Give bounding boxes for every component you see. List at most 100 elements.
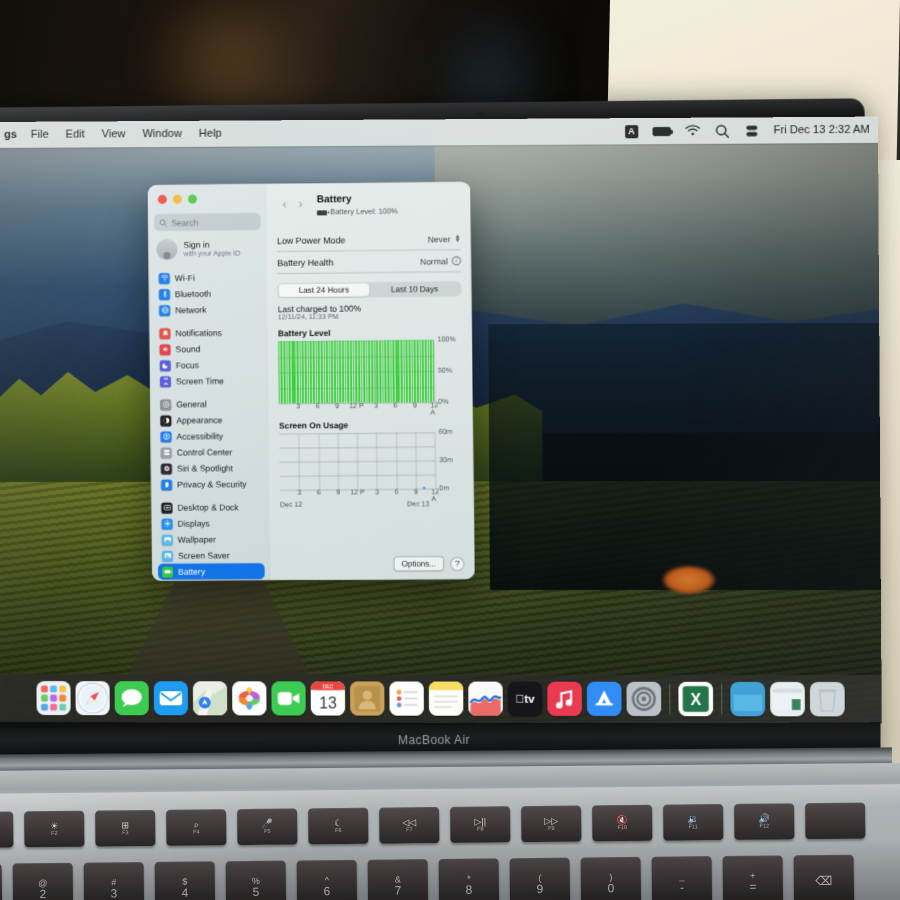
window-traffic-lights[interactable] [154, 192, 261, 214]
sidebar-item-appearance[interactable]: Appearance [156, 412, 263, 429]
search-input[interactable]: Search [153, 212, 261, 232]
keyboard-deck[interactable]: ☀F1☀F2⊞F3⌕F4🎤F5☾F6◁◁F7▷||F8▷▷F9🔇F10🔉F11🔊… [0, 784, 900, 900]
time-range-segmented-control[interactable]: Last 24 Hours Last 10 Days [277, 281, 462, 299]
dock-item-launchpad[interactable] [35, 681, 71, 716]
key[interactable]: ▷▷ F9 [521, 805, 582, 843]
menu-item-edit[interactable]: Edit [66, 128, 85, 140]
dock-item-reminders[interactable] [388, 681, 424, 716]
menu-item-file[interactable]: File [31, 129, 49, 141]
system-settings-window[interactable]: Search Sign in with your Apple ID Wi-Fi B… [147, 181, 475, 581]
dock-item-contacts[interactable] [349, 681, 385, 716]
help-button[interactable]: ? [450, 556, 465, 571]
sidebar-item-screen-time[interactable]: Screen Time [156, 373, 263, 390]
row-battery-health[interactable]: Battery Health Normal i [277, 250, 462, 275]
sidebar-item-privacy-security[interactable]: Privacy & Security [157, 476, 264, 493]
dock-item-excel[interactable]: X [677, 681, 713, 717]
wifi-icon[interactable] [685, 124, 700, 137]
pane-footer[interactable]: Options... ? [393, 556, 465, 572]
sidebar-item-desktop-dock[interactable]: Desktop & Dock [157, 499, 264, 516]
key[interactable]: ☀ F2 [24, 810, 85, 848]
sidebar-item-siri-spotlight[interactable]: Siri & Spotlight [157, 460, 264, 477]
key[interactable]: * 8 [438, 858, 500, 900]
key[interactable] [805, 802, 866, 840]
sidebar-item-accessibility[interactable]: Accessibility [156, 428, 263, 445]
dock-item-system-settings[interactable] [625, 681, 661, 717]
key[interactable]: + = [722, 855, 784, 900]
key[interactable]: ▷|| F8 [450, 806, 511, 843]
dock[interactable]: DEC 13 tv X [0, 674, 882, 724]
key[interactable]: ⊞ F3 [95, 809, 156, 847]
sidebar-item-wi-fi[interactable]: Wi-Fi [155, 269, 262, 286]
key[interactable]: @2 [12, 862, 74, 900]
back-button[interactable]: ‹ [276, 197, 292, 211]
key[interactable]: % 5 [225, 860, 287, 900]
chevron-updown-icon[interactable]: ▲ ▼ [455, 234, 461, 244]
sidebar-item-displays[interactable]: Displays [157, 515, 264, 532]
search-icon[interactable] [714, 124, 729, 137]
key[interactable]: 🔉 F11 [663, 804, 724, 841]
key[interactable]: ⌕ F4 [166, 809, 227, 846]
menu-item-window[interactable]: Window [142, 128, 181, 140]
battery-health-value[interactable]: Normal i [420, 256, 462, 266]
dock-item-stocks[interactable] [467, 681, 503, 716]
dock-item-downloads-folder[interactable] [729, 681, 765, 717]
key[interactable]: (9 [509, 857, 571, 900]
a-badge-icon[interactable]: A [624, 124, 639, 138]
sidebar-item-wallpaper[interactable]: Wallpaper [158, 531, 265, 548]
dock-item-app-store[interactable] [586, 681, 622, 717]
zoom-button[interactable] [187, 194, 198, 204]
menu-item-view[interactable]: View [102, 128, 126, 140]
close-button[interactable] [157, 194, 167, 204]
row-low-power-mode[interactable]: Low Power Mode Never ▲ ▼ [276, 228, 461, 252]
dock-item-notes[interactable] [428, 681, 463, 716]
key[interactable]: 🔊 F12 [734, 803, 795, 840]
settings-sidebar[interactable]: Search Sign in with your Apple ID Wi-Fi B… [147, 183, 271, 581]
key[interactable]: ☾ F6 [308, 807, 369, 845]
dock-item-maps[interactable] [192, 681, 227, 716]
info-icon[interactable]: i [451, 256, 462, 266]
tab-last-24-hours[interactable]: Last 24 Hours [278, 283, 370, 297]
key[interactable]: !1 [0, 863, 3, 900]
sidebar-item-general[interactable]: General [156, 396, 263, 413]
menu-item-help[interactable]: Help [199, 128, 222, 140]
dock-item-music[interactable] [546, 681, 582, 716]
dock-item-finder-window[interactable] [769, 681, 805, 717]
key[interactable]: ☀F1 [0, 811, 14, 849]
key[interactable]: ⌫ [793, 854, 855, 900]
sidebar-item-bluetooth[interactable]: Bluetooth [155, 285, 262, 302]
menu-clock[interactable]: Fri Dec 13 2:32 AM [774, 124, 870, 137]
key[interactable]: 🔇 F10 [592, 804, 653, 842]
sidebar-item-network[interactable]: Network [155, 301, 262, 318]
tab-last-10-days[interactable]: Last 10 Days [369, 283, 460, 297]
dock-item-photos[interactable] [231, 681, 267, 716]
minimize-button[interactable] [172, 194, 182, 204]
control-center-icon[interactable] [744, 124, 759, 137]
key[interactable]: _ - [651, 856, 713, 900]
menu-bar[interactable]: gs File Edit View Window Help A Fri Dec … [0, 116, 879, 148]
sidebar-item-focus[interactable]: Focus [156, 356, 263, 373]
dock-item-safari[interactable] [74, 681, 110, 716]
dock-item-apple-tv[interactable]: tv [507, 681, 542, 716]
key[interactable]: ^ 6 [296, 859, 358, 900]
key[interactable]: & 7 [367, 859, 429, 900]
dock-item-mail[interactable] [153, 681, 188, 716]
low-power-mode-value[interactable]: Never ▲ ▼ [428, 234, 461, 244]
sidebar-item-sound[interactable]: Sound [155, 340, 262, 357]
forward-button[interactable]: › [293, 196, 309, 210]
key[interactable]: $4 [154, 861, 216, 900]
key[interactable]: #3 [83, 862, 145, 900]
options-button[interactable]: Options... [393, 556, 445, 572]
dock-item-messages[interactable] [114, 681, 149, 716]
dock-item-trash[interactable] [809, 681, 845, 717]
sidebar-item-battery[interactable]: Battery [157, 563, 265, 580]
sidebar-item-screen-saver[interactable]: Screen Saver [158, 547, 265, 564]
apple-id-signin-row[interactable]: Sign in with your Apple ID [156, 238, 261, 261]
key[interactable]: ) 0 [580, 856, 642, 900]
key[interactable]: ◁◁ F7 [379, 806, 440, 844]
sidebar-item-notifications[interactable]: Notifications [155, 324, 262, 341]
dock-item-calendar[interactable]: DEC 13 [310, 681, 345, 716]
menu-app-name[interactable]: gs [4, 129, 17, 141]
sidebar-item-control-center[interactable]: Control Center [157, 444, 264, 461]
dock-item-facetime[interactable] [270, 681, 306, 716]
sidebar-nav[interactable]: Wi-Fi Bluetooth Network Notifications Sound F… [155, 269, 266, 581]
